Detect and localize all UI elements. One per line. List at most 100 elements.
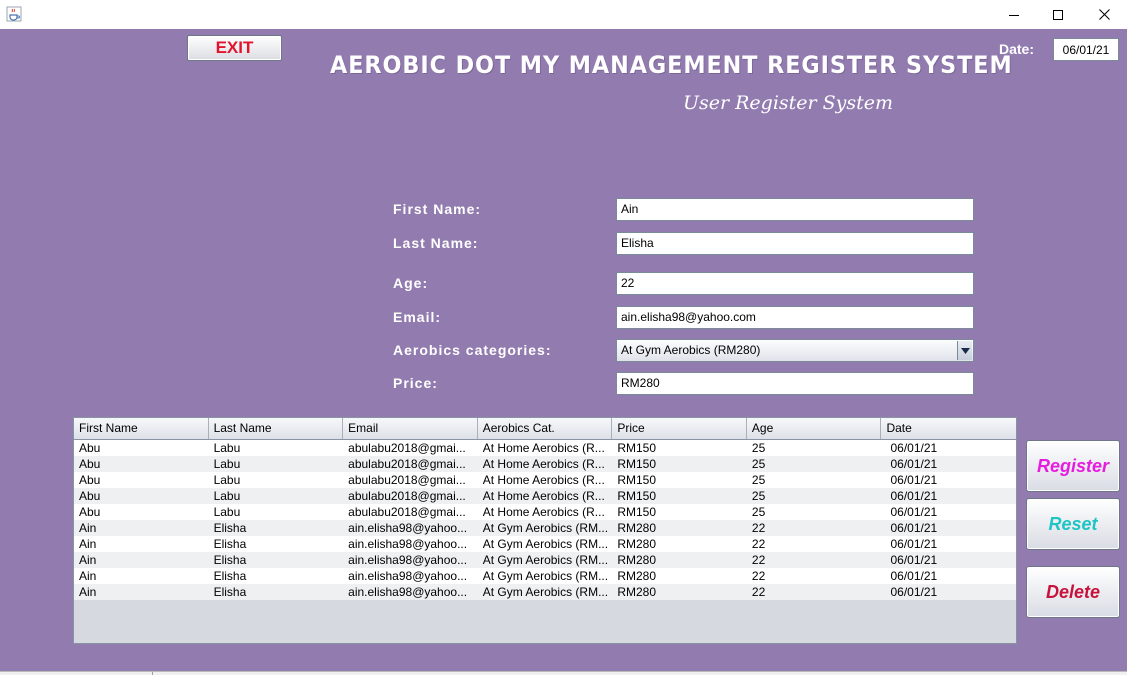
table-cell: Ain (79, 537, 97, 551)
table-cell: RM150 (617, 441, 656, 455)
table-cell: Abu (79, 473, 101, 487)
table-cell: ain.elisha98@yahoo... (348, 585, 468, 599)
table-cell: Abu (79, 441, 101, 455)
table-cell: Elisha (213, 553, 247, 567)
table-cell: 25 (751, 489, 766, 503)
table-cell: 06/01/21 (890, 473, 938, 487)
table-cell: 22 (751, 569, 766, 583)
column-header[interactable]: Last Name (209, 418, 344, 439)
table-cell: RM280 (617, 521, 656, 535)
table-cell: 06/01/21 (890, 537, 938, 551)
page-subtitle: User Register System (683, 92, 894, 114)
table-cell: RM280 (617, 569, 656, 583)
minimize-button[interactable] (991, 0, 1037, 29)
last-name-field[interactable]: Elisha (616, 232, 974, 255)
table-cell: Labu (213, 473, 241, 487)
table-row[interactable]: Abu Labu abulabu2018@gmai... At Home Aerobi… (74, 456, 1016, 472)
table-row[interactable]: Ain Elisha ain.elisha98@yahoo... At Gym Aer… (74, 552, 1016, 568)
age-label: Age: (393, 275, 429, 291)
table-cell: 25 (751, 441, 766, 455)
table-cell: Labu (213, 441, 241, 455)
table-body: Abu Labu abulabu2018@gmai... At Home Aerobi… (74, 440, 1016, 600)
table-cell: 22 (751, 585, 766, 599)
column-header[interactable]: First Name (74, 418, 209, 439)
table-cell: Labu (213, 489, 241, 503)
first-name-field[interactable]: Ain (616, 198, 974, 221)
register-button[interactable]: Register (1026, 440, 1120, 492)
table-cell: abulabu2018@gmai... (348, 505, 466, 519)
table-cell: Ain (79, 553, 97, 567)
last-name-label: Last Name: (393, 235, 479, 251)
table-row[interactable]: Ain Elisha ain.elisha98@yahoo... At Gym Aer… (74, 568, 1016, 584)
table-row[interactable]: Abu Labu abulabu2018@gmai... At Home Aerobi… (74, 504, 1016, 520)
delete-button[interactable]: Delete (1026, 566, 1120, 618)
table-cell: abulabu2018@gmai... (348, 441, 466, 455)
table-cell: Abu (79, 457, 101, 471)
table-row[interactable]: Ain Elisha ain.elisha98@yahoo... At Gym Aer… (74, 536, 1016, 552)
email-field[interactable]: ain.elisha98@yahoo.com (616, 306, 974, 329)
table-cell: Elisha (213, 521, 247, 535)
table-cell: Abu (79, 505, 101, 519)
table-cell: 25 (751, 457, 766, 471)
table-cell: At Home Aerobics (R... (482, 489, 605, 503)
column-header[interactable]: Date (881, 418, 1016, 439)
table-cell: 06/01/21 (890, 505, 938, 519)
column-header[interactable]: Price (612, 418, 747, 439)
table-cell: At Gym Aerobics (RM... (482, 553, 609, 567)
page-title: AEROBIC DOT MY MANAGEMENT REGISTER SYSTE… (330, 51, 1013, 79)
table-cell: 06/01/21 (890, 569, 938, 583)
table-cell: RM280 (617, 537, 656, 551)
table-row[interactable]: Abu Labu abulabu2018@gmai... At Home Aerobi… (74, 488, 1016, 504)
table-cell: abulabu2018@gmai... (348, 473, 466, 487)
reset-button[interactable]: Reset (1026, 498, 1120, 550)
table-cell: RM150 (617, 457, 656, 471)
table-row[interactable]: Abu Labu abulabu2018@gmai... At Home Aerobi… (74, 472, 1016, 488)
price-field[interactable]: RM280 (616, 372, 974, 395)
aerobics-category-value: At Gym Aerobics (RM280) (621, 343, 761, 357)
table-row[interactable]: Abu Labu abulabu2018@gmai... At Home Aerobi… (74, 440, 1016, 456)
table-header: First Name Last Name Email Aerobics Cat.… (74, 418, 1016, 440)
table-cell: Ain (79, 585, 97, 599)
column-header[interactable]: Age (747, 418, 882, 439)
table-cell: At Gym Aerobics (RM... (482, 569, 609, 583)
table-cell: Labu (213, 457, 241, 471)
table-row[interactable]: Ain Elisha ain.elisha98@yahoo... At Gym Aer… (74, 520, 1016, 536)
table-cell: ain.elisha98@yahoo... (348, 537, 468, 551)
table-cell: At Home Aerobics (R... (482, 457, 605, 471)
exit-button[interactable]: EXIT (187, 35, 282, 61)
registrations-table[interactable]: First Name Last Name Email Aerobics Cat.… (73, 417, 1017, 644)
table-cell: At Home Aerobics (R... (482, 473, 605, 487)
table-cell: abulabu2018@gmai... (348, 489, 466, 503)
java-cup-icon (6, 6, 22, 22)
table-cell: RM280 (617, 585, 656, 599)
table-cell: 25 (751, 505, 766, 519)
aerobics-category-select[interactable]: At Gym Aerobics (RM280) (616, 339, 974, 362)
chevron-down-icon (960, 347, 970, 354)
table-cell: 25 (751, 473, 766, 487)
aerobics-category-label: Aerobics categories: (393, 342, 552, 358)
table-cell: 22 (751, 521, 766, 535)
close-icon (1098, 9, 1110, 20)
window-titlebar (0, 0, 1127, 29)
table-cell: RM150 (617, 473, 656, 487)
table-cell: At Gym Aerobics (RM... (482, 537, 609, 551)
date-field[interactable]: 06/01/21 (1053, 38, 1119, 61)
table-cell: Labu (213, 505, 241, 519)
close-button[interactable] (1081, 0, 1127, 29)
table-cell: 22 (751, 537, 766, 551)
age-field[interactable]: 22 (616, 272, 974, 295)
table-cell: abulabu2018@gmai... (348, 457, 466, 471)
window-bottom-edge (0, 671, 1127, 675)
price-label: Price: (393, 375, 438, 391)
dropdown-arrow-button[interactable] (957, 341, 972, 360)
table-cell: 06/01/21 (890, 441, 938, 455)
column-header[interactable]: Aerobics Cat. (478, 418, 613, 439)
table-cell: Abu (79, 489, 101, 503)
table-cell: ain.elisha98@yahoo... (348, 521, 468, 535)
table-cell: Elisha (213, 585, 247, 599)
table-row[interactable]: Ain Elisha ain.elisha98@yahoo... At Gym Aer… (74, 584, 1016, 600)
maximize-button[interactable] (1035, 0, 1081, 29)
table-cell: ain.elisha98@yahoo... (348, 553, 468, 567)
column-header[interactable]: Email (343, 418, 478, 439)
table-cell: ain.elisha98@yahoo... (348, 569, 468, 583)
